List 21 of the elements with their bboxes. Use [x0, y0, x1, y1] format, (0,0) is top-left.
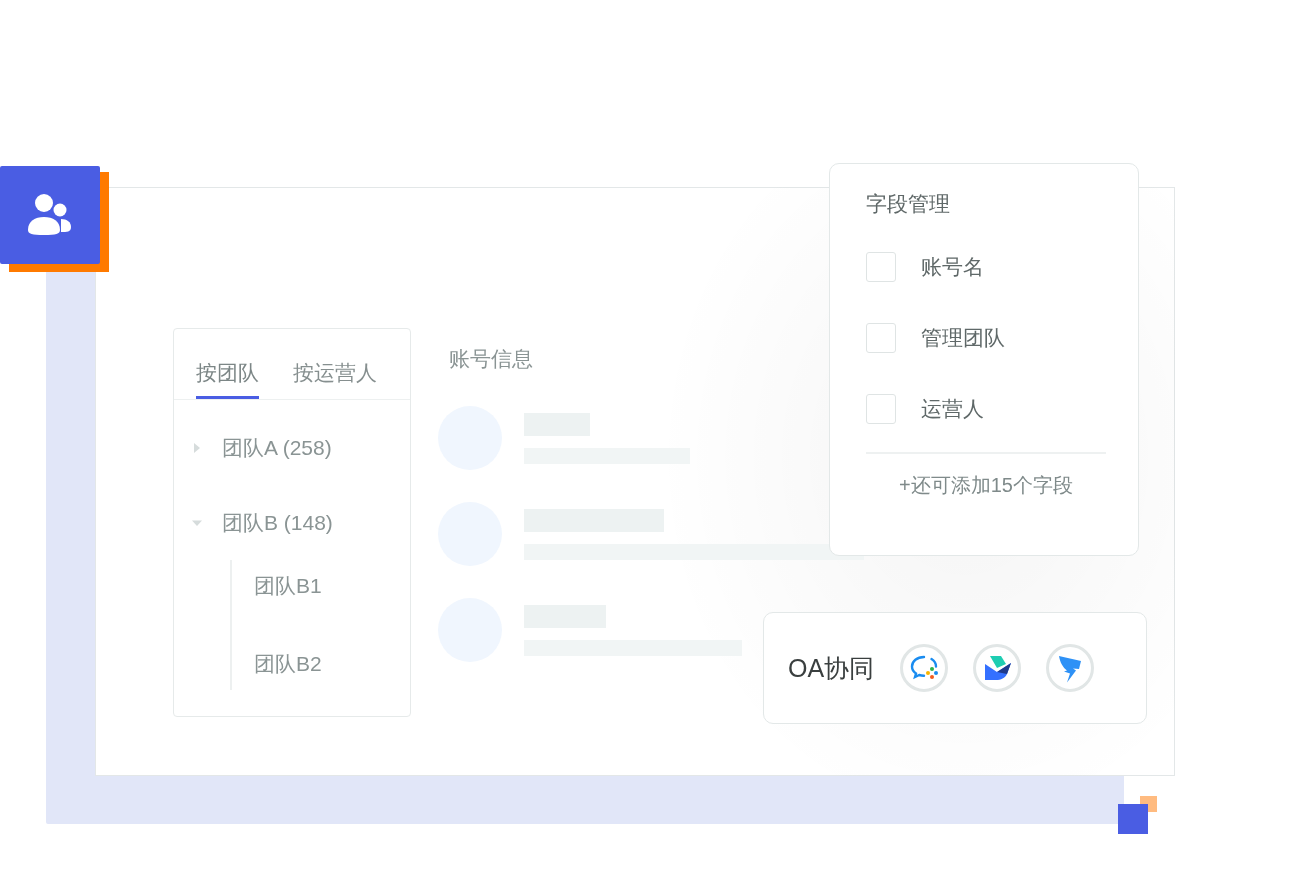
wing-icon[interactable] [1046, 644, 1095, 692]
tab[interactable]: 按团队 [196, 329, 259, 399]
bird-icon[interactable] [973, 644, 1022, 692]
tree-item[interactable]: 团队B (148) [222, 509, 333, 537]
card-title: 字段管理 [866, 191, 950, 217]
tab[interactable]: 按运营人 [293, 329, 377, 399]
chat-bubble-icon[interactable] [900, 644, 949, 692]
checkbox[interactable] [866, 323, 896, 353]
tree-item[interactable]: 团队B2 [254, 650, 322, 678]
field-label: 管理团队 [921, 325, 1005, 351]
tree-item[interactable]: 团队A (258) [222, 434, 332, 462]
section-title: 账号信息 [449, 346, 533, 372]
caret-down-icon[interactable] [192, 518, 202, 528]
add-field-link[interactable]: +还可添加15个字段 [899, 472, 1073, 499]
tree-item[interactable]: 团队B1 [254, 572, 322, 600]
integration-label: OA协同 [788, 652, 875, 684]
field-label: 运营人 [921, 396, 984, 422]
field-label: 账号名 [921, 254, 984, 280]
caret-right-icon[interactable] [192, 443, 202, 453]
checkbox[interactable] [866, 394, 896, 424]
checkbox[interactable] [866, 252, 896, 282]
